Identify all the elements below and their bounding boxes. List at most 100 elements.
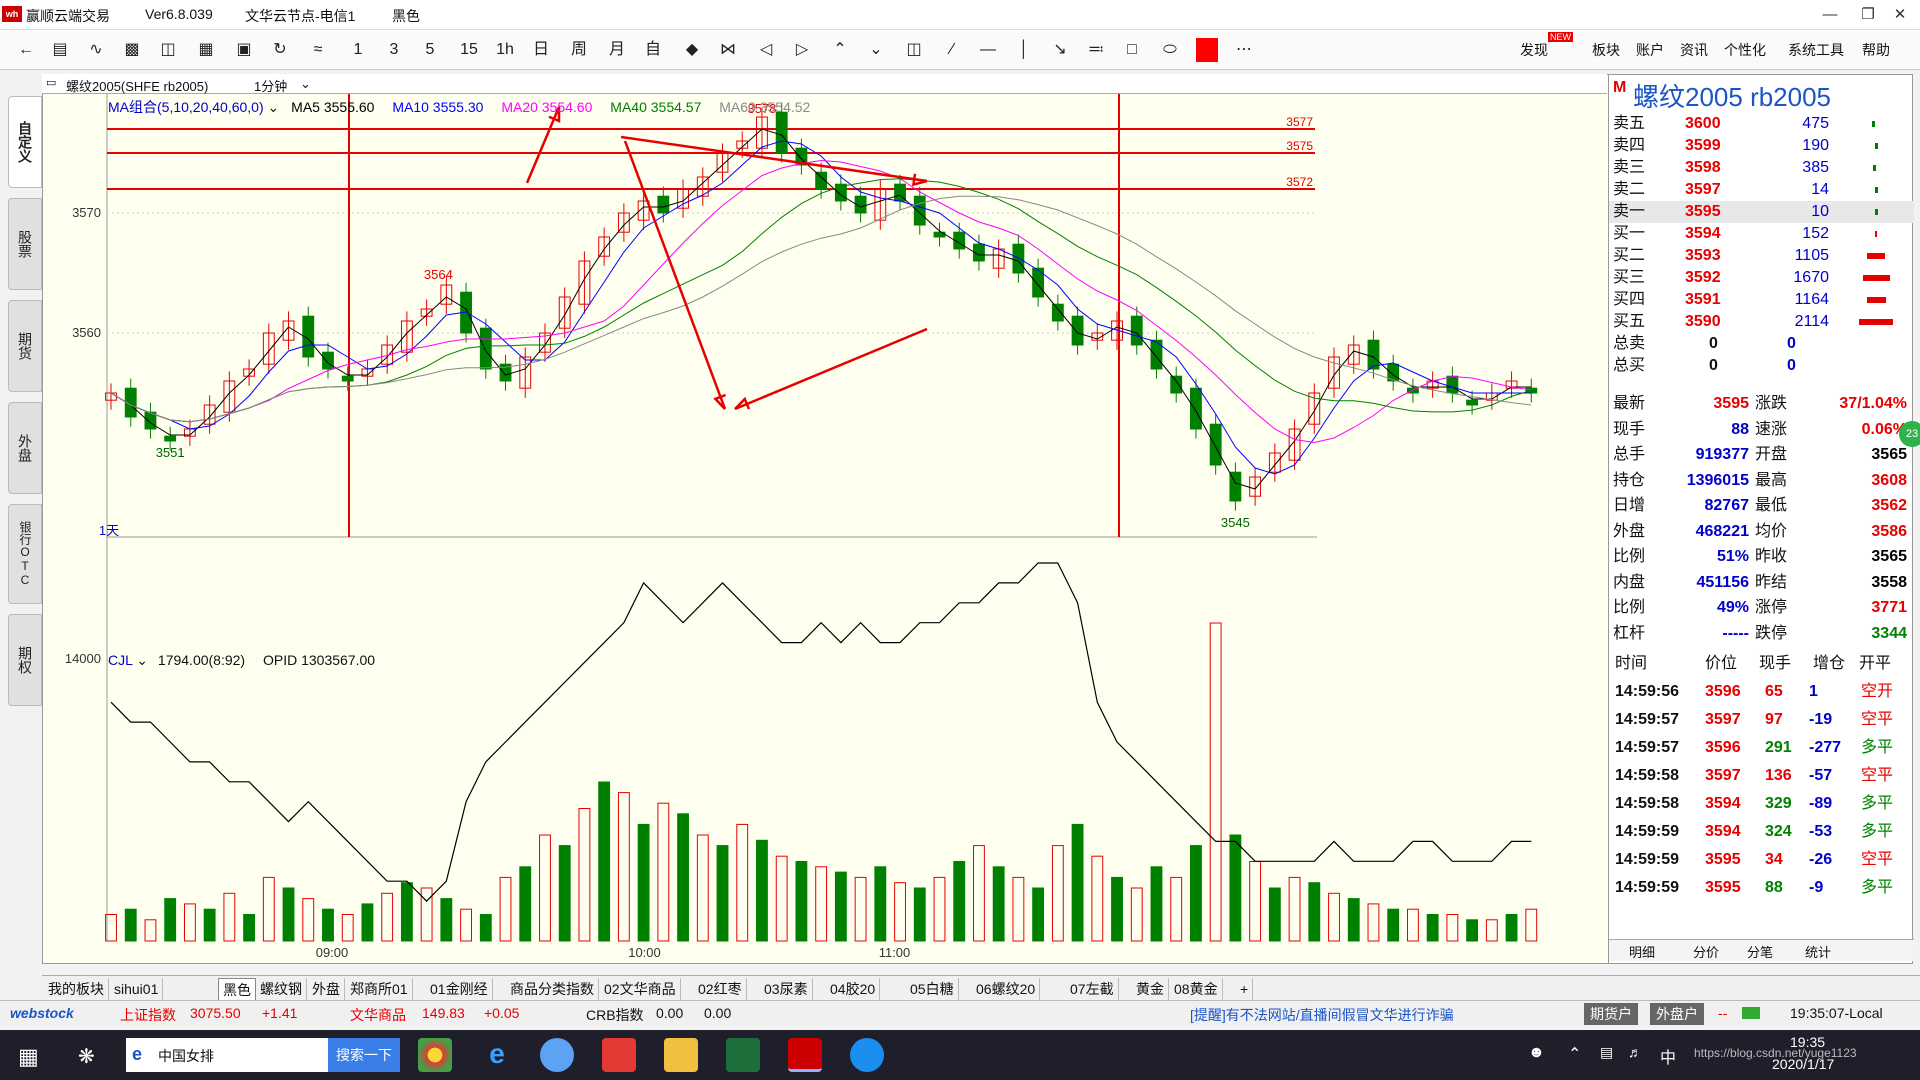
bottom-tab[interactable]: 06螺纹20 [972,978,1041,1000]
bottom-tab[interactable]: 商品分类指数 [506,978,599,1000]
ime-indicator[interactable]: 中 [1660,1044,1676,1068]
orderbook-row[interactable]: 买一 3594 152 [1609,223,1914,245]
edge-icon[interactable]: e [480,1038,514,1072]
search-button[interactable]: 搜索一下 [328,1038,400,1072]
tick-row[interactable]: 14:59:59 3594 324 -53 多平 [1609,821,1914,843]
tab-price[interactable]: 分价 [1693,942,1719,961]
orderbook-row[interactable]: 卖五 3600 475 [1609,113,1914,135]
ltab-futures[interactable]: 期货 [8,300,42,392]
chart-area[interactable]: 3570 3560 09:00 10:00 11:00 3577 3575 3572 3578 3… [42,74,1616,964]
chevron-down-icon[interactable]: ⌄ [300,76,311,92]
up-icon[interactable]: ⌃ [828,38,852,62]
period-day[interactable]: 日 [530,38,552,62]
float-badge[interactable]: 23 [1899,421,1920,447]
task-view-icon[interactable]: ❋ [78,1044,95,1069]
tick-row[interactable]: 14:59:57 3596 291 -277 多平 [1609,737,1914,759]
bottom-tab[interactable]: 郑商所01 [346,978,413,1000]
ellipse-icon[interactable]: ⬭ [1158,38,1182,62]
bubble-app-icon[interactable] [540,1038,574,1072]
tick-row[interactable]: 14:59:56 3596 65 1 空开 [1609,681,1914,703]
tick-row[interactable]: 14:59:59 3595 34 -26 空平 [1609,849,1914,871]
wenhua-app-icon[interactable] [788,1038,822,1072]
chart-period[interactable]: 1分钟 [254,76,287,95]
indicator-icon[interactable]: ≈ [306,38,330,62]
kline-icon[interactable]: ▩ [120,38,144,62]
back-icon[interactable]: ← [14,38,38,62]
orderbook-row[interactable]: 卖一 3595 10 [1609,201,1914,223]
rect-icon[interactable]: □ [1120,38,1144,62]
left-icon[interactable]: ◁ [754,38,778,62]
split-icon[interactable]: ◫ [902,38,926,62]
idx3-name[interactable]: CRB指数 [586,1005,644,1025]
orderbook-row[interactable]: 卖二 3597 14 [1609,179,1914,201]
youdao-icon[interactable] [602,1038,636,1072]
nav-account[interactable]: 账户 [1636,40,1664,60]
bottom-tab[interactable]: 02红枣 [694,978,747,1000]
close-icon[interactable]: ✕ [1880,4,1920,26]
bottom-tab[interactable]: + [1236,978,1254,1000]
ma-group-chevron-icon[interactable]: ⌄ [268,99,280,115]
line-chart-icon[interactable]: ∿ [84,38,108,62]
zoom-in-icon[interactable]: ◆ [680,38,704,62]
orderbook-row[interactable]: 买四 3591 1164 [1609,289,1914,311]
period-15[interactable]: 15 [456,38,482,62]
period-1[interactable]: 1 [348,38,368,62]
list-icon[interactable]: ▤ [48,38,72,62]
tray-chevron-icon[interactable]: ⌃ [1568,1044,1581,1064]
search-app-icon[interactable] [850,1038,884,1072]
pycharm-icon[interactable] [726,1038,760,1072]
bottom-tab[interactable]: 08黄金 [1170,978,1223,1000]
color-picker-icon[interactable] [1196,38,1218,62]
minimize-icon[interactable]: — [1810,4,1850,26]
tab-trade[interactable]: 分笔 [1747,942,1773,961]
nav-sector[interactable]: 板块 [1592,40,1620,60]
nav-discover[interactable]: 发现 [1520,40,1548,60]
orderbook-row[interactable]: 买三 3592 1670 [1609,267,1914,289]
orderbook-row[interactable]: 卖四 3599 190 [1609,135,1914,157]
bottom-tab[interactable]: 螺纹钢 [256,978,307,1000]
candle-icon[interactable]: ◫ [156,38,180,62]
bottom-tab[interactable]: 05白糖 [906,978,959,1000]
bottom-tab[interactable]: 外盘 [308,978,345,1000]
ltab-stocks[interactable]: 股票 [8,198,42,290]
right-icon[interactable]: ▷ [790,38,814,62]
folder-icon[interactable] [664,1038,698,1072]
nav-system-tools[interactable]: 系统工具 [1788,40,1844,60]
period-week[interactable]: 周 [568,38,590,62]
volume-icon[interactable]: ♬ [1628,1044,1642,1060]
idx1-name[interactable]: 上证指数 [120,1005,176,1025]
refresh-icon[interactable]: ↻ [268,38,292,62]
tick-row[interactable]: 14:59:59 3595 88 -9 多平 [1609,877,1914,899]
windows-start-icon[interactable]: ▦ [18,1044,39,1070]
table-icon[interactable]: ▦ [194,38,218,62]
down-icon[interactable]: ⌄ [864,38,888,62]
ltab-options[interactable]: 期权 [8,614,42,706]
draw-line-icon[interactable]: ∕ [940,38,964,62]
vline-icon[interactable]: │ [1012,38,1036,62]
tick-row[interactable]: 14:59:57 3597 97 -19 空平 [1609,709,1914,731]
notice-text[interactable]: [提醒]有不法网站/直播间假冒文华进行诈骗 [1190,1005,1454,1025]
period-5[interactable]: 5 [420,38,440,62]
bottom-tab[interactable]: sihui01 [110,978,164,1000]
hline-icon[interactable]: — [976,38,1000,62]
bottom-tab[interactable]: 07左截 [1066,978,1119,1000]
orderbook-row[interactable]: 买二 3593 1105 [1609,245,1914,267]
nav-help[interactable]: 帮助 [1862,40,1890,60]
period-3[interactable]: 3 [384,38,404,62]
save-icon[interactable]: ▣ [232,38,256,62]
network-icon[interactable]: ▤ [1600,1044,1613,1061]
people-icon[interactable]: ☻ [1528,1044,1545,1062]
period-month[interactable]: 月 [606,38,628,62]
tick-row[interactable]: 14:59:58 3597 136 -57 空平 [1609,765,1914,787]
ray-icon[interactable]: ↘ [1048,38,1072,62]
orderbook-row[interactable]: 卖三 3598 385 [1609,157,1914,179]
chrome-icon[interactable] [418,1038,452,1072]
ma-group-label[interactable]: MA组合(5,10,20,40,60,0) [108,99,264,115]
menu-icon[interactable]: ▭ [46,76,56,89]
ltab-custom[interactable]: 自定义 [8,96,42,188]
zoom-out-icon[interactable]: ⋈ [716,38,740,62]
nav-news[interactable]: 资讯 [1680,40,1708,60]
ltab-bank-otc[interactable]: 银行OTC [8,504,42,604]
ltab-foreign[interactable]: 外盘 [8,402,42,494]
period-custom[interactable]: 自 [642,38,664,62]
